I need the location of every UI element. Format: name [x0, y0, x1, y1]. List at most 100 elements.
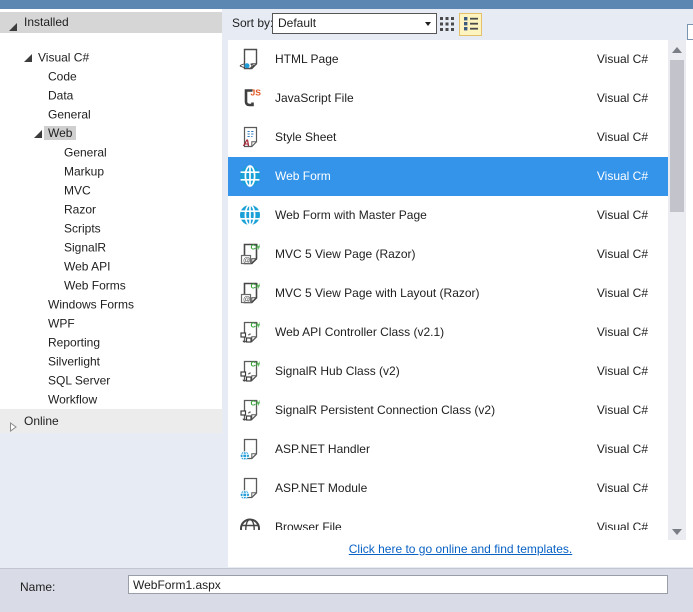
- tree-group-label: Installed: [24, 15, 69, 29]
- scroll-up-button[interactable]: [668, 42, 686, 56]
- template-list: < > HTML Page Visual C# JS JavaScript File Vis…: [228, 40, 668, 530]
- template-item-web-form[interactable]: Web Form Visual C#: [228, 157, 668, 196]
- svg-text:@: @: [243, 255, 251, 264]
- template-language: Visual C#: [596, 247, 648, 261]
- tree-item-label: SignalR: [64, 240, 107, 255]
- tree-item-web-forms[interactable]: Web Forms: [0, 276, 222, 295]
- small-icons-view-button[interactable]: [438, 16, 456, 34]
- svg-text:JS: JS: [251, 88, 262, 98]
- tree-item-label: WPF: [48, 316, 75, 331]
- template-name: SignalR Hub Class (v2): [275, 364, 400, 378]
- svg-text:<: <: [240, 62, 245, 71]
- template-item-browser-file[interactable]: Browser File Visual C#: [228, 508, 668, 530]
- razor-page-icon: @ C#: [238, 242, 262, 266]
- template-item-signalr-persistent-connection-class-v2-[interactable]: C# SignalR Persistent Connection Class (v…: [228, 391, 668, 430]
- tree-group-installed[interactable]: Installed: [0, 12, 222, 33]
- tree-item-signalr[interactable]: SignalR: [0, 238, 222, 257]
- tree-item-general[interactable]: General: [0, 143, 222, 162]
- tree-item-label: General: [64, 145, 107, 160]
- tree-item-web[interactable]: Web: [0, 124, 222, 143]
- tree-item-data[interactable]: Data: [0, 86, 222, 105]
- template-list-pane: < > HTML Page Visual C# JS JavaScript File Vis…: [228, 40, 693, 567]
- chevron-down-icon: [425, 22, 431, 26]
- tree-item-label: Markup: [64, 164, 105, 179]
- name-input[interactable]: [128, 575, 668, 594]
- browser-file-icon: [238, 515, 262, 530]
- html-page-icon: < >: [238, 47, 262, 71]
- search-box-partial[interactable]: [687, 24, 693, 40]
- tree-item-label: Razor: [64, 202, 97, 217]
- tree-item-sql-server[interactable]: SQL Server: [0, 371, 222, 390]
- expander-expanded-icon[interactable]: [8, 18, 18, 31]
- svg-text:C#: C#: [251, 321, 261, 330]
- scrollbar-thumb[interactable]: [670, 60, 684, 212]
- scroll-down-button[interactable]: [668, 524, 686, 538]
- tree-item-scripts[interactable]: Scripts: [0, 219, 222, 238]
- tree-item-label: SQL Server: [48, 373, 111, 388]
- template-item-web-api-controller-class-v2-1-[interactable]: C# Web API Controller Class (v2.1) Visual …: [228, 313, 668, 352]
- tree-item-label: Web API: [64, 259, 111, 274]
- template-language: Visual C#: [596, 364, 648, 378]
- tree-item-markup[interactable]: Markup: [0, 162, 222, 181]
- javascript-file-icon: JS: [238, 86, 262, 110]
- tree-group-label: Online: [24, 414, 59, 428]
- svg-text:C#: C#: [251, 243, 261, 252]
- tree-item-label: Code: [48, 69, 77, 84]
- vertical-scrollbar[interactable]: [668, 40, 686, 540]
- template-language: Visual C#: [596, 52, 648, 66]
- expander-expanded-icon[interactable]: [23, 48, 38, 67]
- template-language: Visual C#: [596, 169, 648, 183]
- template-item-mvc-5-view-page-razor-[interactable]: @ C# MVC 5 View Page (Razor) Visual C#: [228, 235, 668, 274]
- template-name: ASP.NET Module: [275, 481, 368, 495]
- tree-item-silverlight[interactable]: Silverlight: [0, 352, 222, 371]
- csharp-class-icon: C#: [238, 359, 262, 383]
- list-view-button[interactable]: [459, 13, 482, 36]
- template-language: Visual C#: [596, 520, 648, 530]
- tree-item-label: Workflow: [48, 392, 98, 407]
- template-item-javascript-file[interactable]: JS JavaScript File Visual C#: [228, 79, 668, 118]
- online-templates-link[interactable]: Click here to go online and find templat…: [349, 542, 572, 556]
- tree-item-razor[interactable]: Razor: [0, 200, 222, 219]
- tree-item-wpf[interactable]: WPF: [0, 314, 222, 333]
- online-link-row: Click here to go online and find templat…: [228, 530, 693, 567]
- template-item-html-page[interactable]: < > HTML Page Visual C#: [228, 40, 668, 79]
- template-item-web-form-with-master-page[interactable]: Web Form with Master Page Visual C#: [228, 196, 668, 235]
- template-name: MVC 5 View Page with Layout (Razor): [275, 286, 480, 300]
- template-name: ASP.NET Handler: [275, 442, 370, 456]
- template-name: Style Sheet: [275, 130, 337, 144]
- tree-item-reporting[interactable]: Reporting: [0, 333, 222, 352]
- svg-text:C#: C#: [251, 282, 261, 291]
- tree-item-general[interactable]: General: [0, 105, 222, 124]
- tree-item-code[interactable]: Code: [0, 67, 222, 86]
- tree-item-label: Data: [48, 88, 74, 103]
- expander-collapsed-icon[interactable]: [8, 416, 18, 432]
- tree-item-label: MVC: [64, 183, 91, 198]
- tree-item-workflow[interactable]: Workflow: [0, 390, 222, 409]
- template-language: Visual C#: [596, 442, 648, 456]
- arrow-down-icon: [672, 524, 682, 538]
- tree-item-windows-forms[interactable]: Windows Forms: [0, 295, 222, 314]
- tree-item-label: Visual C#: [38, 50, 90, 65]
- tree-item-mvc[interactable]: MVC: [0, 181, 222, 200]
- tree-group-online[interactable]: Online: [0, 409, 222, 433]
- grid-icon: [439, 16, 455, 35]
- dialog-title-bar: [0, 0, 693, 9]
- template-item-signalr-hub-class-v2-[interactable]: C# SignalR Hub Class (v2) Visual C#: [228, 352, 668, 391]
- template-item-mvc-5-view-page-with-layout-razor-[interactable]: @ C# MVC 5 View Page with Layout (Razor) Vi…: [228, 274, 668, 313]
- template-name: JavaScript File: [275, 91, 354, 105]
- sort-by-dropdown[interactable]: Default: [272, 13, 437, 34]
- svg-text:C#: C#: [251, 360, 261, 369]
- name-label: Name:: [20, 580, 56, 594]
- list-icon: [463, 16, 479, 34]
- template-name: Browser File: [275, 520, 342, 530]
- template-language: Visual C#: [596, 208, 648, 222]
- template-item-style-sheet[interactable]: A Style Sheet Visual C#: [228, 118, 668, 157]
- template-language: Visual C#: [596, 91, 648, 105]
- template-name: MVC 5 View Page (Razor): [275, 247, 416, 261]
- template-item-asp-net-handler[interactable]: ASP.NET Handler Visual C#: [228, 430, 668, 469]
- tree-item-web-api[interactable]: Web API: [0, 257, 222, 276]
- tree-item-visual-c#[interactable]: Visual C#: [0, 48, 222, 67]
- csharp-class-icon: C#: [238, 320, 262, 344]
- tree-item-label: Web: [44, 126, 77, 141]
- template-item-asp-net-module[interactable]: ASP.NET Module Visual C#: [228, 469, 668, 508]
